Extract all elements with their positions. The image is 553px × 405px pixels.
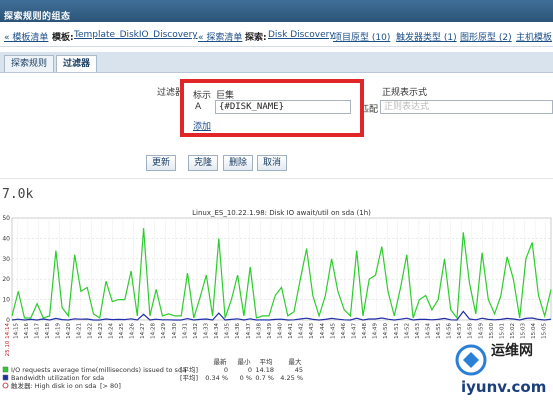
regex-header: 正规表示式 <box>382 88 428 98</box>
trigger-condition: [> 80] <box>100 382 121 390</box>
x-tick-label: 14:54 <box>425 323 431 339</box>
stats-agg: [平均] <box>180 365 198 374</box>
x-tick-label: 14:17 <box>34 323 40 339</box>
x-tick-label: 14:42 <box>299 323 305 339</box>
stats-header: 最小 <box>238 357 252 366</box>
stats-header: 最新 <box>214 357 228 366</box>
x-tick-label: 14:46 <box>341 323 347 339</box>
stats-header: 平均 <box>260 357 274 366</box>
breadcrumb-item[interactable]: 触发器类型 (1) <box>396 30 457 43</box>
legend-swatch <box>2 366 9 373</box>
breadcrumb: « 模板清单 模板: Template_DiskIO_Discovery « 探索清单… <box>0 24 553 47</box>
x-tick-label: 14:29 <box>161 323 167 339</box>
y-tick-label: 10 <box>2 297 10 304</box>
x-tick-label: 14:26 <box>130 323 136 339</box>
breadcrumb-item: 探索: <box>245 33 267 43</box>
x-tick-label: 14:33 <box>204 323 210 339</box>
x-tick-label: 14:15 <box>13 323 19 339</box>
x-tick-label: 14:44 <box>320 323 326 339</box>
x-tick-label: 14:49 <box>373 323 379 339</box>
x-tick-label: 14:39 <box>267 323 273 339</box>
stats-agg: [平均] <box>180 373 198 382</box>
cancel-button[interactable]: 取消 <box>257 155 288 171</box>
x-tick-label: 14:41 <box>288 323 294 339</box>
tab-filter[interactable]: 过滤器 <box>56 55 98 72</box>
watermark: 运维网 iyunv.com <box>453 330 553 402</box>
watermark-cn: 运维网 <box>491 343 533 359</box>
x-tick-label: 14:56 <box>447 323 453 339</box>
breadcrumb-item[interactable]: Template_DiskIO_Discovery <box>74 30 198 40</box>
x-start-label: 25.10 14:14 <box>5 322 11 356</box>
y-tick-label: 50 <box>2 215 10 222</box>
breadcrumb-item[interactable]: 项目原型 (10) <box>333 30 390 43</box>
x-tick-label: 14:18 <box>45 323 51 339</box>
x-tick-label: 14:31 <box>182 323 188 339</box>
legend-swatch <box>2 374 9 381</box>
x-tick-label: 14:51 <box>394 323 400 339</box>
x-tick-label: 14:24 <box>108 323 114 339</box>
legend-entry: I/O requests average time(milliseconds) … <box>11 366 186 374</box>
x-tick-label: 14:28 <box>151 323 157 339</box>
stats-header: 最大 <box>289 357 303 366</box>
x-tick-label: 14:53 <box>415 323 421 339</box>
breadcrumb-item[interactable]: 图形原型 (2) <box>460 30 512 43</box>
y-tick-label: 0 <box>6 317 10 324</box>
x-tick-label: 14:38 <box>256 323 262 339</box>
x-tick-label: 14:40 <box>278 323 284 339</box>
x-tick-label: 14:27 <box>140 323 146 339</box>
tab-discovery-rule[interactable]: 探索规则 <box>4 55 55 72</box>
breadcrumb-item[interactable]: « 探索清单 <box>198 30 242 43</box>
stats-value: 45 <box>295 366 303 374</box>
stats-value: 0 <box>248 366 252 374</box>
x-tick-label: 14:37 <box>246 323 252 339</box>
stats-value: 0.7 % <box>255 374 274 382</box>
breadcrumb-item[interactable]: « 模板清单 <box>4 30 48 43</box>
x-tick-label: 14:43 <box>309 323 315 339</box>
breadcrumb-item: 模板: <box>52 33 74 43</box>
x-tick-label: 14:55 <box>436 323 442 339</box>
x-tick-label: 14:32 <box>193 323 199 339</box>
x-tick-label: 14:30 <box>172 323 178 339</box>
stats-value: 14.18 <box>255 366 274 374</box>
x-tick-label: 14:19 <box>56 323 62 339</box>
chart-title: Linux_ES_10.22.1.98: Disk IO await/util … <box>192 209 371 217</box>
graph-value-label: 7.0k <box>2 187 34 202</box>
legend-entry: Bandwidth utilization for sda <box>11 374 104 382</box>
x-tick-label: 14:34 <box>214 323 220 339</box>
x-tick-label: 14:52 <box>404 323 410 339</box>
breadcrumb-item[interactable]: 主机模板 <box>516 30 552 43</box>
watermark-en: iyunv.com <box>461 378 547 396</box>
delete-button[interactable]: 删除 <box>223 155 254 171</box>
y-tick-label: 20 <box>2 276 10 283</box>
x-tick-label: 14:25 <box>119 323 125 339</box>
stats-value: 0 % <box>240 374 252 382</box>
stats-value: 4.25 % <box>280 374 303 382</box>
x-tick-label: 14:23 <box>98 323 104 339</box>
x-tick-label: 14:21 <box>77 323 83 339</box>
regex-input[interactable]: 正则表达式 <box>380 100 553 114</box>
x-tick-label: 14:45 <box>330 323 336 339</box>
x-tick-label: 14:16 <box>24 323 30 339</box>
page-title: 探索规则的组态 <box>4 12 71 22</box>
tab-bar: 探索规则 过滤器 <box>0 52 553 73</box>
y-tick-label: 30 <box>2 256 10 263</box>
x-tick-label: 14:50 <box>383 323 389 339</box>
x-tick-label: 14:35 <box>225 323 231 339</box>
breadcrumb-item[interactable]: Disk Discovery <box>268 30 335 40</box>
x-tick-label: 14:48 <box>362 323 368 339</box>
stats-value: 0 <box>224 366 228 374</box>
x-tick-label: 14:36 <box>235 323 241 339</box>
update-button[interactable]: 更新 <box>146 155 177 171</box>
divider <box>0 178 553 179</box>
clone-button[interactable]: 克隆 <box>188 155 219 171</box>
x-tick-label: 14:20 <box>66 323 72 339</box>
y-tick-label: 40 <box>2 235 10 242</box>
x-tick-label: 14:47 <box>351 323 357 339</box>
stats-value: 0.34 % <box>205 374 228 382</box>
page-header: 探索规则的组态 <box>0 0 553 22</box>
highlight-box <box>180 79 364 137</box>
trigger-label: 触发器: High disk io on sda <box>11 381 96 390</box>
x-tick-label: 14:22 <box>87 323 93 339</box>
